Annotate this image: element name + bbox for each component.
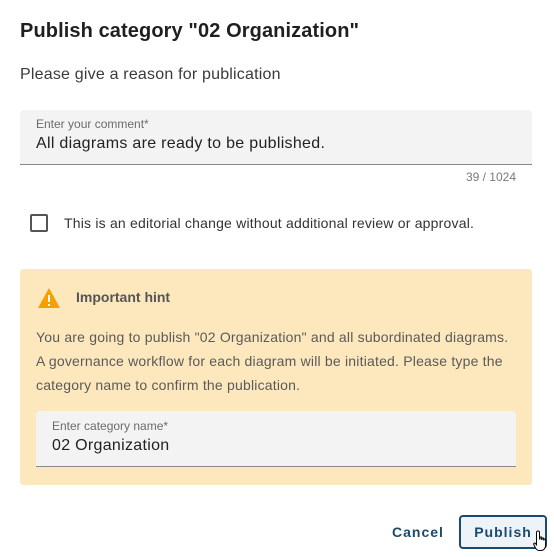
publish-dialog: Publish category "02 Organization" Pleas…	[0, 0, 554, 557]
comment-field-label: Enter your comment*	[36, 117, 149, 131]
category-name-input[interactable]: 02 Organization	[52, 437, 169, 455]
important-hint-panel: Important hint You are going to publish …	[20, 269, 532, 485]
editorial-change-label[interactable]: This is an editorial change without addi…	[64, 215, 474, 231]
dialog-subtitle: Please give a reason for publication	[20, 66, 281, 83]
cancel-button[interactable]: Cancel	[380, 516, 456, 548]
editorial-change-checkbox[interactable]	[30, 214, 48, 232]
comment-field[interactable]: Enter your comment* All diagrams are rea…	[20, 110, 532, 165]
hint-text: You are going to publish "02 Organizatio…	[36, 329, 509, 393]
hand-pointer-cursor-icon	[533, 530, 547, 551]
dialog-title: Publish category "02 Organization"	[20, 20, 360, 42]
editorial-change-option[interactable]: This is an editorial change without addi…	[30, 214, 474, 232]
category-name-field[interactable]: Enter category name* 02 Organization	[36, 411, 516, 467]
category-name-label: Enter category name*	[52, 419, 169, 433]
comment-input[interactable]: All diagrams are ready to be published.	[36, 135, 325, 153]
warning-icon	[38, 288, 60, 308]
hint-title: Important hint	[76, 289, 171, 305]
character-counter: 39 / 1024	[465, 170, 516, 184]
